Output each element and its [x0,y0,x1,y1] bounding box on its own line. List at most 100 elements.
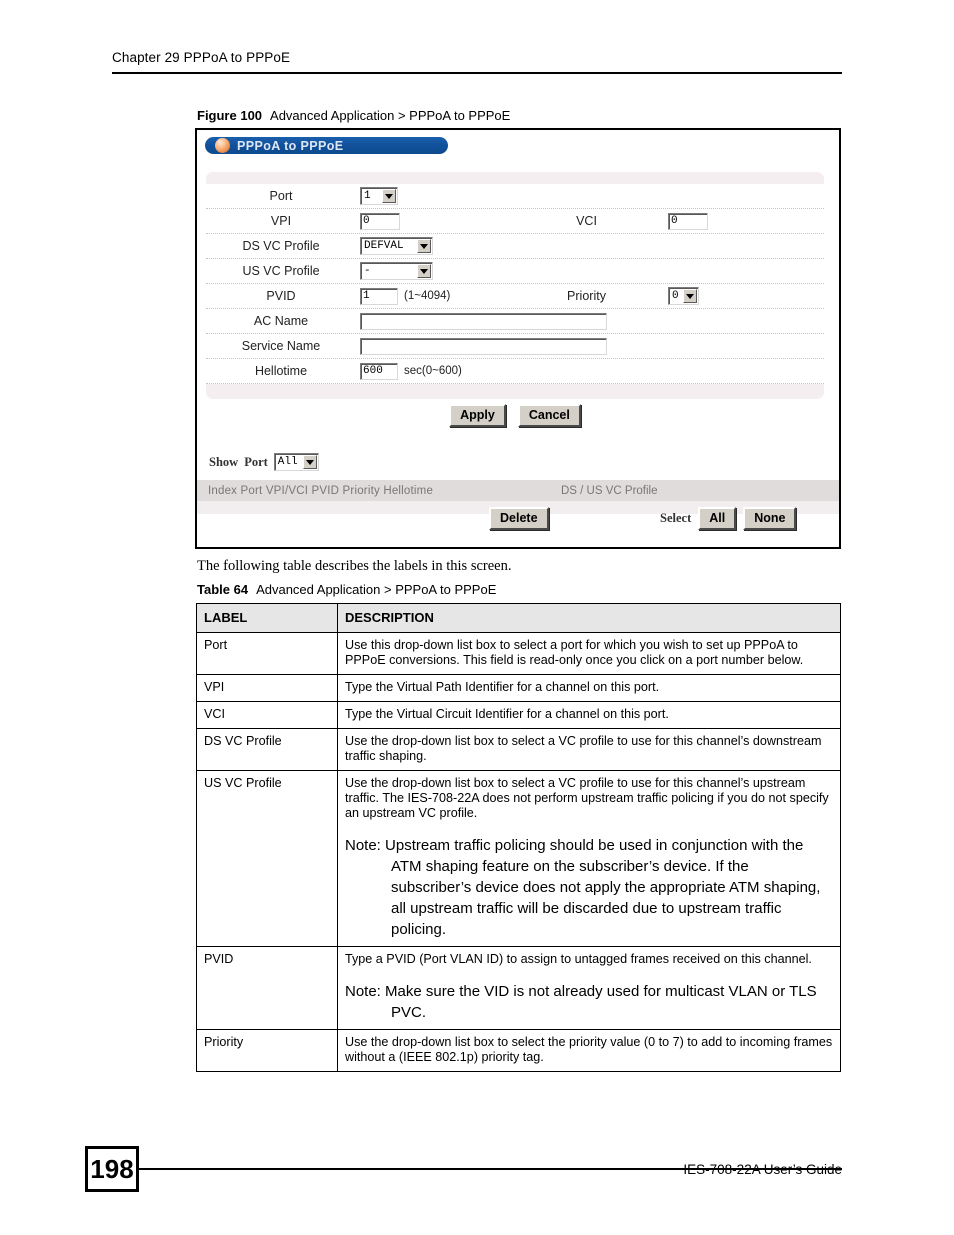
row-description-text: Use the drop-down list box to select a V… [345,776,829,820]
hellotime-range-hint: sec(0~600) [404,365,462,377]
show-port-label: Port [244,454,268,469]
table-caption-text: Advanced Application > PPPoA to PPPoE [256,582,497,597]
pvid-control-cell: 1 (1~4094) [356,287,509,305]
orb-icon [215,138,230,153]
footer-guide-title: IES-708-22A User’s Guide [683,1162,842,1177]
figure-number: Figure 100 [197,108,263,123]
chevron-down-icon[interactable] [382,189,396,203]
hellotime-control-cell: 600 sec(0~600) [356,362,824,380]
priority-select[interactable]: 0 [668,287,699,305]
ds-vc-profile-value: DEFVAL [364,240,404,252]
pvid-input[interactable]: 1 [360,287,398,305]
hellotime-label: Hellotime [254,364,308,378]
page-number-box: 198 [85,1146,139,1192]
show-port-row: Show Port All [209,453,319,471]
form-row-service-name: Service Name [206,334,824,359]
panel-bottom-cap [206,384,824,399]
table-header-row: LABEL DESCRIPTION [196,603,841,633]
figure-caption-text: Advanced Application > PPPoA to PPPoE [270,108,511,123]
chevron-down-icon[interactable] [417,264,431,278]
priority-label: Priority [567,289,606,303]
table-row: DS VC Profile Use the drop-down list box … [196,728,841,771]
chevron-down-icon[interactable] [417,239,431,253]
row-description-text: Type the Virtual Path Identifier for a c… [345,680,660,694]
row-description: Type a PVID (Port VLAN ID) to assign to … [337,946,841,1030]
vci-input[interactable]: 0 [668,212,708,230]
form-row-vpi-vci: VPI 0 VCI 0 [206,209,824,234]
figure-caption: Figure 100 Advanced Application > PPPoA t… [197,108,510,123]
us-vc-profile-value: - [364,265,371,277]
vpi-input[interactable]: 0 [360,212,400,230]
chapter-running-head: Chapter 29 PPPoA to PPPoE [112,50,291,65]
row-label: VCI [196,701,338,729]
row-description-text: Type the Virtual Circuit Identifier for … [345,707,669,721]
screen-titlebar: PPPoA to PPPoE [205,137,448,154]
label-description-table: LABEL DESCRIPTION Port Use this drop-down… [196,603,841,1072]
vci-control-cell: 0 [664,212,824,230]
table-row: PVID Type a PVID (Port VLAN ID) to assign… [196,946,841,1030]
intro-paragraph: The following table describes the labels… [197,558,512,574]
row-description-note: Note: Upstream traffic policing should b… [345,837,821,938]
select-label: Select [660,510,692,525]
panel-top-cap [206,172,824,184]
select-controls: Select All None [660,506,797,530]
apply-button[interactable]: Apply [449,404,506,427]
delete-button[interactable]: Delete [489,506,549,530]
form-row-pvid-priority: PVID 1 (1~4094) Priority 0 [206,284,824,309]
form-action-row: Apply Cancel [206,404,824,427]
us-vc-profile-select[interactable]: - [360,262,433,280]
vpi-label: VPI [270,214,292,228]
service-name-label: Service Name [241,339,321,353]
form-row-ac-name: AC Name [206,309,824,334]
priority-select-value: 0 [672,290,679,302]
ac-name-control-cell [356,312,824,330]
port-select-value: 1 [364,190,371,202]
vci-label: VCI [576,214,597,228]
table-row: Port Use this drop-down list box to selec… [196,632,841,675]
chevron-down-icon[interactable] [302,455,317,469]
row-description-text: Use the drop-down list box to select a V… [345,734,822,763]
header-divider [112,72,842,74]
us-vc-profile-label: US VC Profile [242,264,320,278]
delete-button-wrap: Delete [489,506,549,530]
show-port-select-value: All [277,456,298,468]
ds-vc-profile-select[interactable]: DEFVAL [360,237,433,255]
chevron-down-icon[interactable] [683,289,697,303]
show-port-select[interactable]: All [273,453,319,471]
row-label: VPI [196,674,338,702]
hellotime-input[interactable]: 600 [360,362,398,380]
row-description-note: Note: Make sure the VID is not already u… [345,983,817,1021]
row-description-text: Type a PVID (Port VLAN ID) to assign to … [345,952,812,966]
select-none-button[interactable]: None [743,506,797,530]
pvid-range-hint: (1~4094) [404,290,451,302]
form-row-us-vc-profile: US VC Profile - [206,259,824,284]
ac-name-input[interactable] [360,312,607,330]
config-form-panel: Port 1 VPI 0 VCI 0 DS VC Profile DEFVAL … [206,172,824,399]
result-list-header: Index Port VPI/VCI PVID Priority Helloti… [197,480,839,501]
pvid-label: PVID [266,289,296,303]
select-all-button[interactable]: All [698,506,737,530]
ac-name-label: AC Name [253,314,309,328]
vpi-control-cell: 0 [356,212,509,230]
priority-control-cell: 0 [664,287,824,305]
column-header-label: LABEL [196,603,338,633]
row-label: PVID [196,946,338,1030]
cancel-button[interactable]: Cancel [517,404,581,427]
list-columns-right: DS / US VC Profile [561,484,658,497]
row-label: US VC Profile [196,770,338,947]
table-row: Priority Use the drop-down list box to se… [196,1029,841,1072]
row-label: DS VC Profile [196,728,338,771]
screen-title: PPPoA to PPPoE [237,138,344,153]
figure-screenshot: PPPoA to PPPoE Port 1 VPI 0 VCI 0 DS VC … [195,128,841,549]
show-label: Show [209,454,239,469]
port-select[interactable]: 1 [360,187,398,205]
row-description: Use the drop-down list box to select the… [337,1029,841,1072]
service-name-control-cell [356,337,824,355]
service-name-input[interactable] [360,337,607,355]
ds-vc-profile-control-cell: DEFVAL [356,237,824,255]
column-header-description: DESCRIPTION [337,603,841,633]
form-row-ds-vc-profile: DS VC Profile DEFVAL [206,234,824,259]
row-description: Type the Virtual Circuit Identifier for … [337,701,841,729]
table-row: US VC Profile Use the drop-down list box … [196,770,841,947]
row-description: Use the drop-down list box to select a V… [337,728,841,771]
